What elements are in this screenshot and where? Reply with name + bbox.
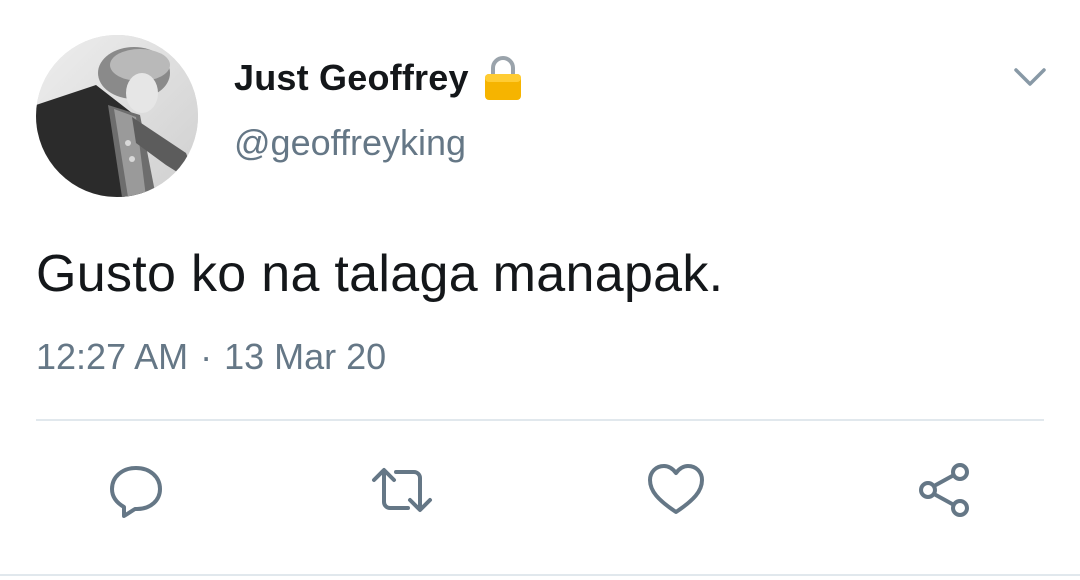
tweet-date: 13 Mar 20 [224,336,387,377]
retweet-button[interactable] [370,458,434,522]
lock-icon [483,54,523,102]
display-name[interactable]: Just Geoffrey [234,57,469,99]
tweet-timestamp[interactable]: 12:27 AM · 13 Mar 20 [36,336,386,378]
share-icon [919,463,969,517]
reply-icon [110,466,162,518]
share-button[interactable] [912,458,976,522]
retweet-icon [372,468,432,512]
heart-icon [648,464,704,514]
chevron-down-icon[interactable] [1012,62,1048,92]
tweet-time: 12:27 AM [36,336,189,377]
like-button[interactable] [644,458,708,522]
bottom-divider [0,574,1080,576]
tweet-card: Just Geoffrey @geoffreyking Gusto ko na … [0,0,1080,580]
timestamp-separator: · [200,336,213,377]
author-row: Just Geoffrey [234,54,523,102]
avatar[interactable] [36,35,198,197]
avatar-image [36,35,198,197]
tweet-text: Gusto ko na talaga manapak. [36,245,724,303]
divider [36,419,1044,421]
author-handle[interactable]: @geoffreyking [234,122,466,164]
reply-button[interactable] [104,458,168,522]
